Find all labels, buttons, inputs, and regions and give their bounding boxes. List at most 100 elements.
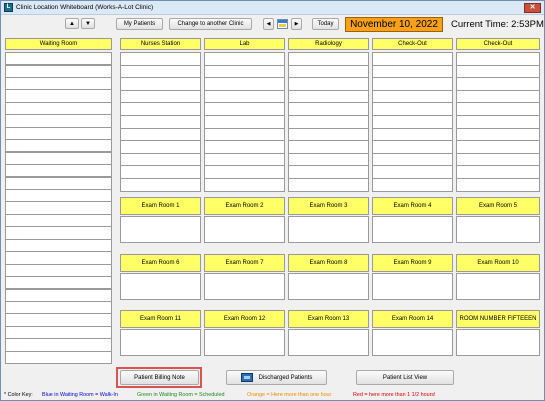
exam-room-slot[interactable] <box>120 216 201 243</box>
check-out-slot[interactable] <box>372 127 453 142</box>
waiting-room-slot[interactable] <box>5 52 112 66</box>
lab-slot[interactable] <box>204 64 285 79</box>
waiting-room-slot[interactable] <box>5 350 112 365</box>
exam-room-slot[interactable] <box>120 329 201 356</box>
radiology-slot[interactable] <box>288 89 369 104</box>
nurses-station-slot[interactable] <box>120 64 201 79</box>
waiting-room-slot[interactable] <box>5 76 112 91</box>
lab-slot[interactable] <box>204 77 285 91</box>
check-out-slot[interactable] <box>372 152 453 167</box>
check-out-slot[interactable] <box>372 89 453 104</box>
exam-room-slot[interactable] <box>288 329 369 356</box>
patient-list-view-button[interactable]: Patient List View <box>356 370 454 385</box>
waiting-room-slot[interactable] <box>5 338 112 352</box>
check-out-slot[interactable] <box>456 89 540 104</box>
exam-room-slot[interactable] <box>120 273 201 300</box>
check-out-slot[interactable] <box>456 178 540 192</box>
check-out-slot[interactable] <box>456 77 540 91</box>
exam-room-slot[interactable] <box>288 273 369 300</box>
radiology-slot[interactable] <box>288 140 369 154</box>
check-out-slot[interactable] <box>456 152 540 167</box>
lab-slot[interactable] <box>204 127 285 142</box>
my-patients-button[interactable]: My Patients <box>116 18 163 30</box>
nurses-station-slot[interactable] <box>120 165 201 179</box>
waiting-room-slot[interactable] <box>5 114 112 128</box>
check-out-slot[interactable] <box>456 52 540 66</box>
waiting-room-slot[interactable] <box>5 226 112 240</box>
waiting-room-slot[interactable] <box>5 176 112 190</box>
waiting-room-slot[interactable] <box>5 325 112 340</box>
check-out-slot[interactable] <box>372 64 453 79</box>
waiting-room-slot[interactable] <box>5 101 112 116</box>
radiology-slot[interactable] <box>288 102 369 116</box>
radiology-slot[interactable] <box>288 64 369 79</box>
check-out-slot[interactable] <box>456 102 540 116</box>
check-out-slot[interactable] <box>456 64 540 79</box>
scroll-up-button[interactable]: ▲ <box>65 18 79 29</box>
waiting-room-slot[interactable] <box>5 89 112 103</box>
check-out-slot[interactable] <box>372 178 453 192</box>
nurses-station-slot[interactable] <box>120 178 201 192</box>
previous-day-button[interactable]: ◀ <box>263 18 274 30</box>
check-out-slot[interactable] <box>372 165 453 179</box>
lab-slot[interactable] <box>204 89 285 104</box>
check-out-slot[interactable] <box>372 140 453 154</box>
radiology-slot[interactable] <box>288 165 369 179</box>
radiology-slot[interactable] <box>288 178 369 192</box>
waiting-room-slot[interactable] <box>5 201 112 215</box>
exam-room-slot[interactable] <box>456 329 540 356</box>
check-out-slot[interactable] <box>372 102 453 116</box>
scroll-down-button[interactable]: ▼ <box>81 18 95 29</box>
radiology-slot[interactable] <box>288 52 369 66</box>
waiting-room-slot[interactable] <box>5 288 112 302</box>
check-out-slot[interactable] <box>456 115 540 129</box>
lab-slot[interactable] <box>204 102 285 116</box>
nurses-station-slot[interactable] <box>120 127 201 142</box>
next-day-button[interactable]: ▶ <box>291 18 302 30</box>
waiting-room-slot[interactable] <box>5 238 112 253</box>
check-out-slot[interactable] <box>372 52 453 66</box>
nurses-station-slot[interactable] <box>120 89 201 104</box>
nurses-station-slot[interactable] <box>120 102 201 116</box>
waiting-room-slot[interactable] <box>5 301 112 315</box>
waiting-room-slot[interactable] <box>5 151 112 165</box>
waiting-room-slot[interactable] <box>5 188 112 203</box>
exam-room-slot[interactable] <box>204 273 285 300</box>
lab-slot[interactable] <box>204 152 285 167</box>
lab-slot[interactable] <box>204 115 285 129</box>
check-out-slot[interactable] <box>372 77 453 91</box>
change-clinic-button[interactable]: Change to another Clinic <box>169 18 252 30</box>
nurses-station-slot[interactable] <box>120 152 201 167</box>
lab-slot[interactable] <box>204 178 285 192</box>
exam-room-slot[interactable] <box>456 216 540 243</box>
exam-room-slot[interactable] <box>372 216 453 243</box>
radiology-slot[interactable] <box>288 115 369 129</box>
calendar-icon[interactable] <box>277 19 288 29</box>
check-out-slot[interactable] <box>456 127 540 142</box>
exam-room-slot[interactable] <box>372 273 453 300</box>
nurses-station-slot[interactable] <box>120 52 201 66</box>
lab-slot[interactable] <box>204 52 285 66</box>
today-button[interactable]: Today <box>312 18 339 30</box>
exam-room-slot[interactable] <box>456 273 540 300</box>
nurses-station-slot[interactable] <box>120 140 201 154</box>
close-button[interactable]: ✕ <box>524 3 541 13</box>
check-out-slot[interactable] <box>456 165 540 179</box>
radiology-slot[interactable] <box>288 77 369 91</box>
exam-room-slot[interactable] <box>204 216 285 243</box>
lab-slot[interactable] <box>204 140 285 154</box>
discharged-patients-button[interactable]: Discharged Patients <box>226 370 327 385</box>
check-out-slot[interactable] <box>456 140 540 154</box>
waiting-room-slot[interactable] <box>5 263 112 277</box>
exam-room-slot[interactable] <box>288 216 369 243</box>
waiting-room-slot[interactable] <box>5 139 112 153</box>
waiting-room-slot[interactable] <box>5 276 112 290</box>
waiting-room-slot[interactable] <box>5 126 112 141</box>
nurses-station-slot[interactable] <box>120 77 201 91</box>
lab-slot[interactable] <box>204 165 285 179</box>
waiting-room-slot[interactable] <box>5 164 112 178</box>
waiting-room-slot[interactable] <box>5 251 112 265</box>
exam-room-slot[interactable] <box>204 329 285 356</box>
waiting-room-slot[interactable] <box>5 213 112 228</box>
waiting-room-slot[interactable] <box>5 64 112 78</box>
